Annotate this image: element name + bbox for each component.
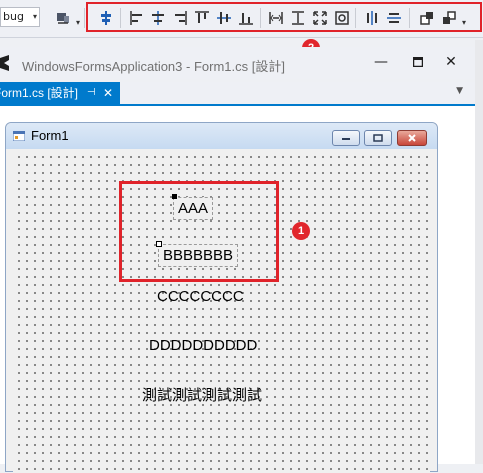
form-close-button[interactable]: [397, 130, 427, 146]
toolbar-separator: [84, 8, 85, 28]
form1-titlebar: Form1: [6, 123, 437, 149]
vertical-scrollbar[interactable]: [475, 40, 483, 464]
toolbar-highlight-box: [86, 2, 482, 32]
form-maximize-button[interactable]: [364, 130, 392, 146]
label-cccccccc[interactable]: CCCCCCCC: [157, 288, 244, 305]
tab-close-icon[interactable]: ✕: [103, 82, 113, 104]
form-minimize-button[interactable]: [332, 130, 360, 146]
configuration-combo-value: bug: [3, 10, 24, 23]
tab-label: Form1.cs [設計]: [0, 86, 79, 100]
configuration-combo[interactable]: bug ▾: [0, 7, 40, 27]
window-titlebar: WindowsFormsApplication3 - Form1.cs [設計]…: [0, 47, 475, 79]
toolbar-overflow-icon[interactable]: ▾: [76, 18, 80, 27]
device-icon[interactable]: [54, 9, 72, 27]
label-dddddddddd[interactable]: DDDDDDDDDD: [149, 337, 257, 354]
close-icon[interactable]: ✕: [441, 52, 461, 72]
callout-badge-1: 1: [292, 222, 310, 240]
maximize-icon[interactable]: [408, 52, 428, 72]
form-icon: [13, 131, 25, 141]
window-title: WindowsFormsApplication3 - Form1.cs [設計]: [22, 59, 285, 74]
document-tab-strip: Form1.cs [設計] ⊣ ✕ ▼: [0, 82, 475, 106]
chevron-down-icon: ▾: [32, 12, 37, 21]
visual-studio-logo-icon: [0, 55, 9, 71]
tab-list-dropdown-icon[interactable]: ▼: [456, 86, 463, 96]
form1-title: Form1: [31, 128, 69, 143]
pin-icon[interactable]: ⊣: [87, 82, 96, 104]
label-chinese-test[interactable]: 測試測試測試測試: [142, 384, 262, 405]
tab-form1-design[interactable]: Form1.cs [設計] ⊣ ✕: [0, 82, 120, 104]
labels-highlight-box: [119, 181, 279, 282]
minimize-icon[interactable]: —: [371, 52, 391, 72]
